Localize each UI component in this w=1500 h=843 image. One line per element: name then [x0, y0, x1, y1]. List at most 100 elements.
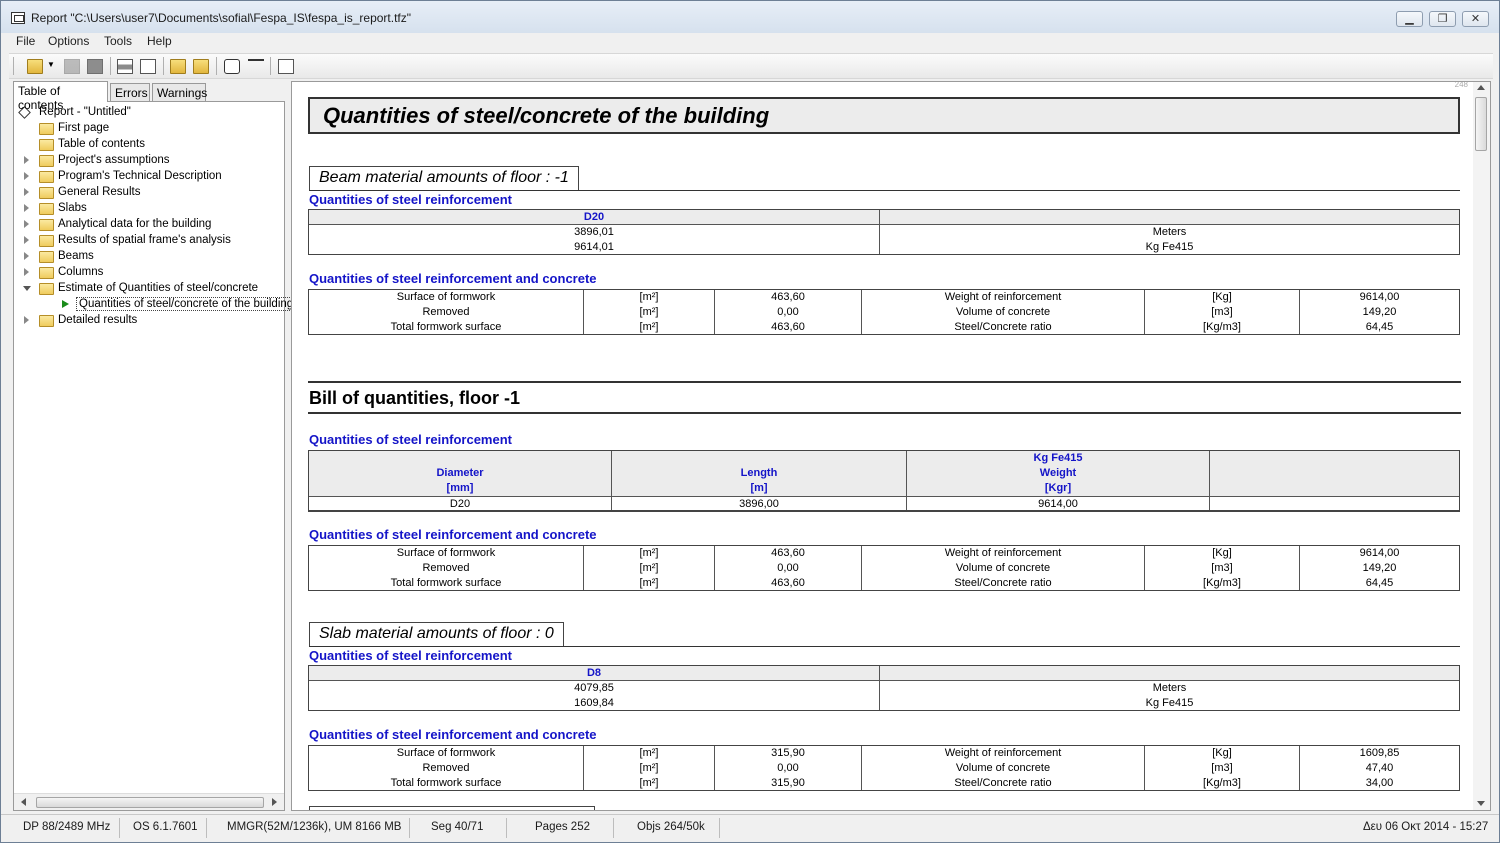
- print-preview-icon[interactable]: [140, 59, 156, 74]
- expand-icon[interactable]: [24, 156, 29, 164]
- expand-icon[interactable]: [24, 204, 29, 212]
- table-cell: [m3]: [1211, 762, 1233, 774]
- toolbar-separator: [110, 57, 111, 75]
- folder-icon: [39, 219, 54, 231]
- menu-tools[interactable]: Tools: [104, 34, 132, 48]
- unit-kg: Kg Fe415: [1145, 697, 1194, 709]
- bill-concrete-title: Quantities of steel reinforcement and co…: [309, 527, 597, 542]
- status-separator: [613, 818, 614, 838]
- beam-concrete-title: Quantities of steel reinforcement and co…: [309, 271, 597, 286]
- expand-icon[interactable]: [24, 220, 29, 228]
- open-folder-icon[interactable]: [27, 59, 43, 74]
- scroll-down-icon[interactable]: [1477, 801, 1485, 806]
- tab-errors[interactable]: Errors: [110, 83, 150, 101]
- table-cell: Volume of concrete: [955, 306, 1051, 318]
- steel-length: 4079,85: [574, 682, 614, 694]
- table-cell: [m3]: [1211, 562, 1233, 574]
- section-rule: [308, 412, 1461, 414]
- table-cell: 463,60: [771, 291, 805, 303]
- toolbar-separator: [216, 57, 217, 75]
- table-cell: Weight of reinforcement: [944, 747, 1062, 759]
- minimize-button[interactable]: ▁: [1396, 11, 1423, 27]
- column-divider: [1209, 451, 1210, 510]
- expand-icon[interactable]: [24, 172, 29, 180]
- table-cell: [m²]: [639, 747, 659, 759]
- table-cell: Removed: [422, 762, 470, 774]
- bill-steel-title: Quantities of steel reinforcement: [309, 432, 512, 447]
- scroll-thumb[interactable]: [36, 797, 264, 808]
- table-cell: 315,90: [771, 747, 805, 759]
- folder-icon: [39, 235, 54, 247]
- stop-icon[interactable]: [87, 59, 103, 74]
- table-cell: Surface of formwork: [396, 547, 496, 559]
- header-length-unit: [m]: [750, 482, 768, 494]
- header-diameter: Diameter: [436, 467, 484, 479]
- table-cell: Surface of formwork: [396, 291, 496, 303]
- table-cell: Surface of formwork: [396, 747, 496, 759]
- print-icon[interactable]: [117, 59, 133, 74]
- table-cell: [m²]: [639, 562, 659, 574]
- table-cell: [m3]: [1211, 306, 1233, 318]
- slab-steel-title: Quantities of steel reinforcement: [309, 648, 512, 663]
- slab-steel-table: D8 4079,85 1609,84 Meters Kg Fe415: [308, 665, 1460, 711]
- dropdown-icon[interactable]: ▼: [47, 60, 55, 75]
- table-cell: [m²]: [639, 291, 659, 303]
- status-pages: Pages 252: [535, 821, 590, 833]
- expand-icon[interactable]: [24, 268, 29, 276]
- menu-file[interactable]: File: [16, 34, 35, 48]
- menu-bar: File Options Tools Help: [9, 33, 1493, 51]
- table-cell: Weight of reinforcement: [944, 547, 1062, 559]
- tab-table-of-contents[interactable]: Table of contents: [13, 81, 108, 112]
- expand-icon[interactable]: [24, 236, 29, 244]
- app-icon: [11, 12, 25, 24]
- header-weight-unit: [Kgr]: [1044, 482, 1072, 494]
- find-icon[interactable]: [224, 59, 240, 74]
- folder-icon: [39, 139, 54, 151]
- maximize-button[interactable]: ❐: [1429, 11, 1456, 27]
- table-cell: Volume of concrete: [955, 562, 1051, 574]
- section-rule: [309, 646, 1460, 647]
- table-cell: Steel/Concrete ratio: [954, 321, 1052, 333]
- report-window: Report "C:\Users\user7\Documents\sofial\…: [0, 0, 1500, 843]
- table-cell: 34,00: [1365, 777, 1394, 789]
- scroll-up-icon[interactable]: [1477, 85, 1485, 90]
- scroll-right-icon[interactable]: [272, 798, 277, 806]
- folder-open-icon[interactable]: [193, 59, 209, 74]
- page-setup-icon[interactable]: [278, 59, 294, 74]
- table-cell: [Kg/m3]: [1203, 777, 1241, 789]
- filter-icon[interactable]: [248, 59, 264, 74]
- unit-meters: Meters: [1152, 682, 1187, 694]
- status-dp: DP 88/2489 MHz: [23, 821, 111, 833]
- collapse-icon[interactable]: [23, 286, 31, 291]
- scroll-left-icon[interactable]: [21, 798, 26, 806]
- report-vertical-scrollbar[interactable]: [1473, 82, 1490, 810]
- slab-section-title: Slab material amounts of floor : 0: [309, 622, 564, 647]
- menu-options[interactable]: Options: [48, 34, 89, 48]
- table-cell: Volume of concrete: [955, 762, 1051, 774]
- close-button[interactable]: ✕: [1462, 11, 1489, 27]
- table-cell: 1609,85: [1359, 747, 1400, 759]
- expand-icon[interactable]: [24, 252, 29, 260]
- scroll-thumb[interactable]: [1475, 97, 1487, 151]
- menu-help[interactable]: Help: [147, 34, 172, 48]
- expand-icon[interactable]: [24, 188, 29, 196]
- table-cell: 64,45: [1365, 321, 1394, 333]
- main-heading-text: Quantities of steel/concrete of the buil…: [323, 103, 770, 128]
- toc-tree[interactable]: Report - "Untitled" First page Table of …: [13, 101, 297, 811]
- tree-horizontal-scrollbar[interactable]: [14, 793, 284, 810]
- export-icon[interactable]: [64, 59, 80, 74]
- table-cell: [m²]: [639, 777, 659, 789]
- table-cell: [m²]: [639, 321, 659, 333]
- folder-up-icon[interactable]: [170, 59, 186, 74]
- table-cell: 0,00: [777, 762, 799, 774]
- status-segments: Seg 40/71: [431, 821, 484, 833]
- title-bar[interactable]: Report "C:\Users\user7\Documents\sofial\…: [1, 1, 1499, 33]
- table-cell: Removed: [422, 306, 470, 318]
- status-separator: [206, 818, 207, 838]
- next-section-title-clipped: [309, 806, 595, 810]
- close-icon: ✕: [1470, 13, 1481, 25]
- header-length: Length: [740, 467, 778, 479]
- expand-icon[interactable]: [24, 316, 29, 324]
- tab-warnings[interactable]: Warnings: [152, 83, 207, 101]
- report-view[interactable]: 248 Quantities of steel/concrete of the …: [291, 81, 1491, 811]
